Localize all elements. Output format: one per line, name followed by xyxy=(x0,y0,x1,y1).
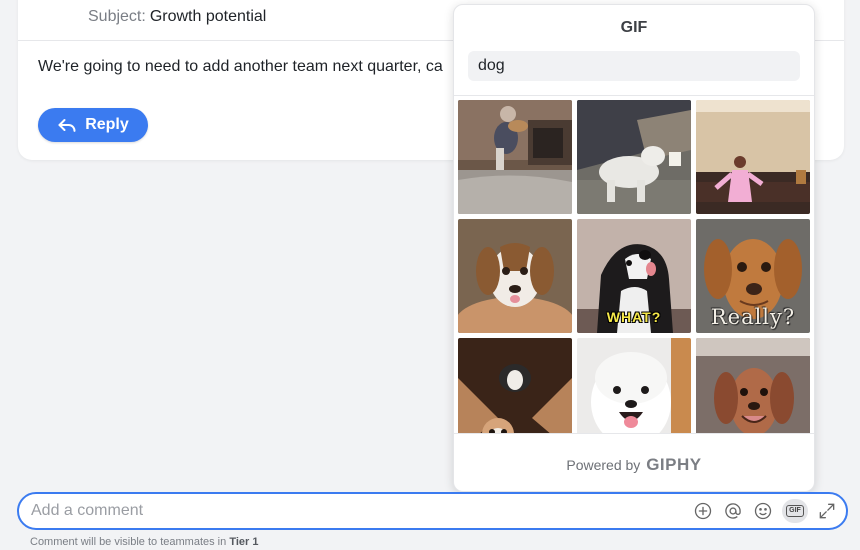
comment-input[interactable] xyxy=(31,500,631,522)
comment-visibility-note: Comment will be visible to teammates in … xyxy=(30,536,258,548)
gif-dog-jumping-living-room[interactable] xyxy=(458,100,572,214)
reply-label: Reply xyxy=(85,116,129,133)
gif-caption-what: WHAT? xyxy=(606,309,662,325)
gif-search-input[interactable] xyxy=(468,51,800,81)
comment-toolbar: GIF xyxy=(692,499,838,523)
gif-button[interactable]: GIF xyxy=(782,499,808,523)
powered-by-giphy: Powered by GIPHY xyxy=(454,455,814,475)
expand-composer-button[interactable] xyxy=(816,499,838,523)
gif-samoyed-smiling[interactable] xyxy=(577,338,691,433)
comment-composer: GIF xyxy=(17,492,848,530)
giphy-logo: GIPHY xyxy=(646,455,702,474)
emoji-button[interactable] xyxy=(752,499,774,523)
reply-button[interactable]: Reply xyxy=(38,108,148,142)
gif-brown-dog-really[interactable]: Really? xyxy=(696,219,810,333)
gif-dachshund-smiling[interactable] xyxy=(696,338,810,433)
subject-value: Growth potential xyxy=(149,8,267,25)
plus-circle-icon xyxy=(694,502,712,520)
gif-icon: GIF xyxy=(786,505,804,517)
at-icon xyxy=(725,503,741,519)
gif-results-grid: WHAT? Really? xyxy=(458,100,812,433)
visibility-note-text: Comment will be visible to teammates in xyxy=(30,536,227,548)
email-body: We're going to need to add another team … xyxy=(38,58,443,75)
gif-picker-panel: GIF dog WHAT? Really? Powered by GIPHY xyxy=(453,4,815,492)
subject-label: Subject: xyxy=(88,8,146,25)
mention-button[interactable] xyxy=(722,499,744,523)
gif-panel-divider xyxy=(454,95,814,96)
add-attachment-button[interactable] xyxy=(692,499,714,523)
gif-beagle-peeking[interactable] xyxy=(458,338,572,433)
email-subject: Subject: Growth potential xyxy=(88,8,266,26)
gif-beagle-puppy-blanket[interactable] xyxy=(458,219,572,333)
gif-white-dog-running[interactable] xyxy=(577,100,691,214)
expand-icon xyxy=(819,503,835,519)
gif-panel-title: GIF xyxy=(620,19,648,36)
powered-by-label: Powered by xyxy=(566,457,641,473)
gif-person-pink-dancing[interactable] xyxy=(696,100,810,214)
gif-footer-divider xyxy=(454,433,814,434)
reply-arrow-icon xyxy=(58,119,76,132)
gif-caption-really: Really? xyxy=(710,305,796,329)
smiley-icon xyxy=(754,502,772,520)
gif-black-white-dog-what[interactable]: WHAT? xyxy=(577,219,691,333)
visibility-team-name: Tier 1 xyxy=(229,536,259,548)
